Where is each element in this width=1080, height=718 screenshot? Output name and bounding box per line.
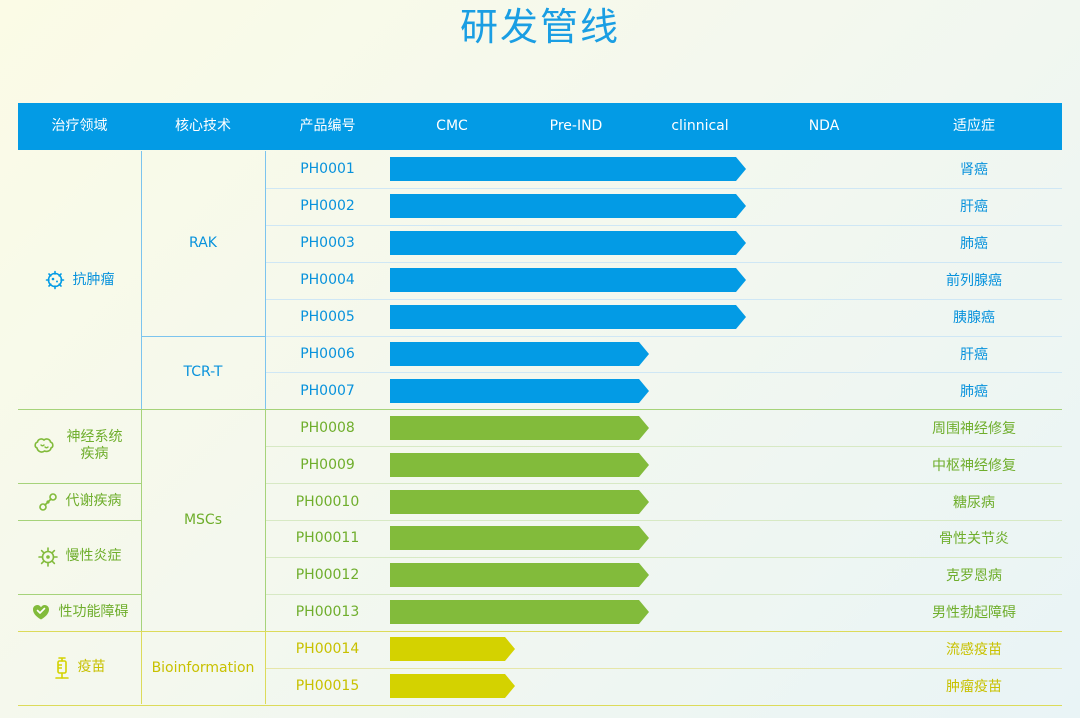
progress-bar: [390, 452, 649, 477]
core-technology: TCR-T: [183, 364, 223, 381]
molecule-icon: [38, 492, 58, 512]
indication: 肿瘤疫苗: [946, 679, 1002, 696]
brain-icon: [33, 437, 55, 455]
therapeutic-area: 抗肿瘤: [45, 270, 115, 290]
product-code: PH0009: [300, 456, 355, 473]
indication: 肝癌: [960, 346, 988, 363]
header-stage-cmc: CMC: [436, 118, 468, 134]
progress-bar: [390, 563, 649, 588]
therapeutic-area-cell: 疫苗: [18, 631, 141, 705]
indication: 克罗恩病: [946, 568, 1002, 585]
indication: 糖尿病: [953, 494, 995, 511]
column-divider: [265, 409, 266, 631]
progress-bar: [390, 305, 746, 330]
header-stage-nda: NDA: [808, 118, 840, 134]
therapeutic-area: 疫苗: [54, 656, 106, 679]
indication: 胰腺癌: [953, 310, 995, 327]
progress-bar: [390, 231, 746, 256]
core-technology: MSCs: [183, 511, 223, 528]
product-code: PH0006: [300, 345, 355, 362]
indication: 肾癌: [960, 162, 988, 179]
column-divider: [265, 151, 266, 410]
product-code: PH00012: [295, 567, 360, 584]
product-code: PH0005: [300, 309, 355, 326]
header-stage-pre-ind: Pre-IND: [549, 118, 603, 134]
indication: 男性勃起障碍: [932, 605, 1016, 622]
syringe-icon: [54, 656, 70, 679]
table-bottom-border: [18, 704, 1062, 706]
indication: 肺癌: [960, 383, 988, 400]
product-code: PH0007: [300, 382, 355, 399]
indication: 前列腺癌: [946, 273, 1002, 290]
indication: 肺癌: [960, 236, 988, 253]
tumor-cell-icon: [45, 270, 65, 290]
page-title: 研发管线: [459, 5, 620, 49]
heart-shield-icon: [31, 602, 51, 622]
pipeline-table: 治疗领域 核心技术 产品编号 CMC Pre-IND clinnical NDA…: [18, 103, 1062, 706]
therapeutic-area-cell: 慢性炎症: [18, 520, 141, 594]
therapeutic-area: 代谢疾病: [38, 492, 122, 512]
progress-bar: [390, 194, 746, 219]
core-technology: RAK: [189, 235, 217, 252]
therapeutic-area: 慢性炎症: [37, 547, 122, 567]
product-code: PH0001: [300, 161, 355, 178]
progress-bar: [390, 600, 649, 625]
core-technology: Bioinformation: [151, 659, 255, 676]
product-code: PH0003: [300, 235, 355, 252]
header-therapeutic-area: 治疗领域: [51, 118, 108, 134]
indication: 肝癌: [960, 199, 988, 216]
product-code: PH0002: [300, 198, 355, 215]
therapeutic-area-cell: 神经系统疾病: [18, 409, 141, 483]
column-divider: [265, 630, 266, 705]
progress-bar: [390, 674, 515, 699]
therapeutic-area-label: 抗肿瘤: [72, 271, 115, 288]
therapeutic-area-label: 慢性炎症: [65, 548, 122, 565]
progress-bar: [390, 268, 746, 293]
therapeutic-area-cell: 代谢疾病: [18, 483, 141, 520]
header-stage-clinical: clinnical: [671, 118, 729, 134]
indication: 周围神经修复: [932, 420, 1016, 437]
product-code: PH00015: [295, 678, 360, 695]
progress-bar: [390, 637, 515, 662]
therapeutic-area: 神经系统疾病: [33, 429, 127, 463]
progress-bar: [390, 415, 649, 440]
header-product-code: 产品编号: [299, 118, 356, 134]
indication: 中枢神经修复: [932, 457, 1016, 474]
product-code: PH00014: [295, 641, 360, 658]
therapeutic-area-label: 代谢疾病: [65, 493, 122, 510]
progress-bar: [390, 341, 649, 366]
therapeutic-area-cell: 性功能障碍: [18, 594, 141, 631]
product-code: PH0004: [300, 272, 355, 289]
product-code: PH00011: [295, 530, 360, 547]
progress-bar: [390, 526, 649, 551]
therapeutic-area-label: 神经系统疾病: [66, 429, 123, 463]
progress-bar: [390, 378, 649, 403]
therapeutic-area-label: 性功能障碍: [58, 603, 129, 620]
therapeutic-area-cell: 抗肿瘤: [18, 151, 141, 409]
therapeutic-area-label: 疫苗: [77, 659, 106, 676]
therapeutic-area: 性功能障碍: [31, 602, 129, 622]
indication: 流感疫苗: [946, 642, 1002, 659]
virus-icon: [37, 547, 58, 567]
product-code: PH00010: [295, 493, 360, 510]
header-core-technology: 核心技术: [175, 118, 231, 134]
progress-bar: [390, 157, 746, 182]
column-divider: [141, 409, 142, 631]
product-code: PH0008: [300, 419, 355, 436]
header-indication: 适应症: [953, 118, 995, 134]
progress-bar: [390, 489, 649, 514]
indication: 骨性关节炎: [939, 531, 1009, 548]
column-divider: [141, 630, 142, 705]
column-divider: [141, 151, 142, 410]
table-header: 治疗领域 核心技术 产品编号 CMC Pre-IND clinnical NDA…: [18, 103, 1062, 150]
product-code: PH00013: [295, 604, 360, 621]
